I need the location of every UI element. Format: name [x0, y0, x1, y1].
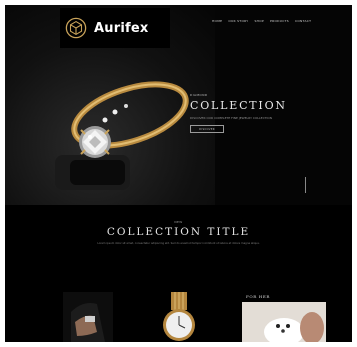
- hero-eyebrow: DIAMOND: [190, 93, 208, 97]
- discover-button[interactable]: DISCOVER: [190, 125, 224, 133]
- website-page: Aurifex HOME OUR STORY SHOP PRODUCTS CON…: [5, 5, 352, 342]
- brand-name: Aurifex: [94, 20, 149, 36]
- woman-with-dog-image: [242, 302, 326, 342]
- hero-section: Aurifex HOME OUR STORY SHOP PRODUCTS CON…: [5, 5, 352, 205]
- screenshot-frame: Aurifex HOME OUR STORY SHOP PRODUCTS CON…: [0, 0, 357, 347]
- hero-text-block: DIAMOND COLLECTION DISCOVER OUR COMPLETE…: [190, 93, 340, 133]
- nav-item-products[interactable]: PRODUCTS: [270, 19, 289, 23]
- collection-description: Lorem ipsum dolor sit amet, consectetur …: [97, 242, 260, 245]
- collection-eyebrow: NEW: [174, 220, 183, 224]
- discover-button-label: DISCOVER: [199, 127, 215, 131]
- diamond-ring-image: [55, 81, 189, 190]
- main-nav: HOME OUR STORY SHOP PRODUCTS CONTACT: [212, 19, 311, 23]
- product-card-watch[interactable]: [151, 292, 207, 342]
- man-with-cufflinks-image: [63, 292, 113, 342]
- hero-title: COLLECTION: [190, 99, 287, 112]
- nav-item-shop[interactable]: SHOP: [254, 19, 264, 23]
- product-card-for-her[interactable]: FOR HER: [242, 292, 326, 342]
- logo-cube-icon: [65, 17, 87, 39]
- gold-watch-image: [151, 292, 207, 342]
- collection-section: NEW COLLECTION TITLE Lorem ipsum dolor s…: [5, 220, 352, 246]
- hero-subtitle: DISCOVER OUR COMPLETE FINE JEWELRY COLLE…: [190, 116, 272, 120]
- collection-title: COLLECTION TITLE: [106, 226, 251, 238]
- brand-logo[interactable]: Aurifex: [60, 8, 170, 48]
- nav-item-our-story[interactable]: OUR STORY: [228, 19, 248, 23]
- product-card-men[interactable]: [63, 292, 113, 342]
- nav-item-home[interactable]: HOME: [212, 19, 222, 23]
- nav-item-contact[interactable]: CONTACT: [295, 19, 311, 23]
- scroll-indicator: [305, 177, 306, 193]
